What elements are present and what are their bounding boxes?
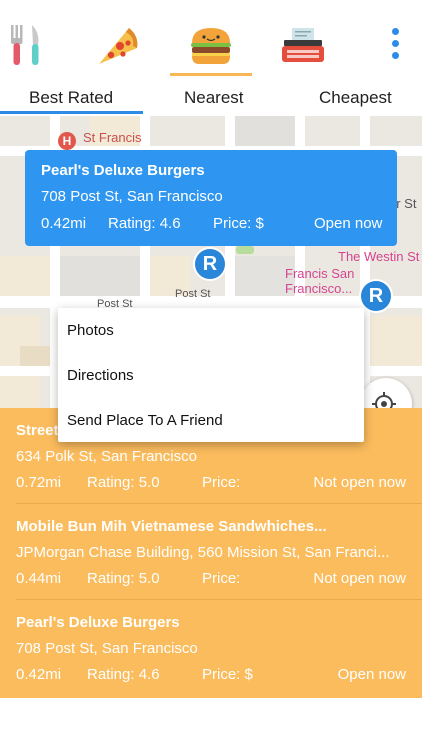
list-item-price: Price: bbox=[202, 474, 241, 491]
map-label-westin-1: The Westin St bbox=[338, 249, 420, 264]
list-item-rating: Rating: 4.6 bbox=[87, 666, 160, 683]
tab-nearest[interactable]: Nearest bbox=[184, 88, 244, 108]
category-typewriter[interactable] bbox=[273, 16, 333, 76]
more-options-icon[interactable] bbox=[389, 28, 401, 62]
list-item[interactable]: Pearl's Deluxe Burgers 708 Post St, San … bbox=[0, 600, 422, 696]
locate-me-button[interactable] bbox=[360, 378, 412, 408]
list-item-address: 634 Polk St, San Francisco bbox=[16, 448, 197, 465]
map-label-post-st: Post St bbox=[175, 288, 211, 300]
fork-knife-icon bbox=[11, 25, 39, 65]
menu-item-photos[interactable]: Photos bbox=[67, 322, 114, 339]
list-item-address: 708 Post St, San Francisco bbox=[16, 640, 198, 657]
place-price: Price: $ bbox=[213, 215, 264, 232]
category-restaurant[interactable] bbox=[0, 16, 56, 76]
crosshair-icon bbox=[372, 392, 396, 408]
map-label-westin-2: Francis San Francisco... bbox=[285, 266, 355, 296]
place-list: Street 634 Polk St, San Francisco 0.72mi… bbox=[0, 408, 422, 698]
map-label-st-francis: St Francis bbox=[83, 130, 142, 145]
place-rating: Rating: 4.6 bbox=[108, 215, 181, 232]
tab-cheapest[interactable]: Cheapest bbox=[319, 88, 392, 108]
list-item-open-status: Open now bbox=[337, 666, 406, 683]
place-name: Pearl's Deluxe Burgers bbox=[41, 162, 205, 179]
list-item-rating: Rating: 5.0 bbox=[87, 570, 160, 587]
category-burger[interactable] bbox=[181, 16, 241, 76]
category-pizza[interactable] bbox=[88, 16, 148, 76]
list-item-rating: Rating: 5.0 bbox=[87, 474, 160, 491]
hospital-icon: H bbox=[58, 132, 76, 150]
place-distance: 0.42mi bbox=[41, 215, 87, 232]
list-item-price: Price: $ bbox=[202, 666, 253, 683]
list-item-address: JPMorgan Chase Building, 560 Mission St,… bbox=[16, 544, 390, 561]
context-menu: Photos Directions Send Place To A Friend bbox=[58, 308, 364, 442]
list-item[interactable]: Mobile Bun Mih Vietnamese Sandwhiches...… bbox=[0, 504, 422, 600]
menu-item-send-to-friend[interactable]: Send Place To A Friend bbox=[67, 412, 223, 429]
list-item-open-status: Not open now bbox=[313, 474, 406, 491]
place-address: 708 Post St, San Francisco bbox=[41, 188, 223, 205]
restaurant-map-pin[interactable]: R bbox=[193, 247, 227, 281]
category-bar bbox=[0, 0, 422, 80]
selected-place-card[interactable]: Pearl's Deluxe Burgers 708 Post St, San … bbox=[25, 150, 397, 246]
selected-category-indicator bbox=[170, 73, 252, 76]
menu-item-directions[interactable]: Directions bbox=[67, 367, 134, 384]
list-item-name: Street bbox=[16, 422, 59, 439]
bottom-blank-area bbox=[0, 698, 422, 750]
list-item-distance: 0.44mi bbox=[16, 570, 62, 587]
list-item-distance: 0.72mi bbox=[16, 474, 62, 491]
selected-tab-indicator bbox=[0, 111, 143, 114]
burger-icon bbox=[191, 28, 231, 64]
pizza-icon bbox=[99, 28, 138, 64]
tab-best-rated[interactable]: Best Rated bbox=[29, 88, 113, 108]
restaurant-map-pin[interactable]: R bbox=[359, 279, 393, 313]
list-item-open-status: Not open now bbox=[313, 570, 406, 587]
list-item-name: Mobile Bun Mih Vietnamese Sandwhiches... bbox=[16, 518, 327, 535]
list-item-name: Pearl's Deluxe Burgers bbox=[16, 614, 180, 631]
typewriter-icon bbox=[282, 28, 324, 62]
list-item-price: Price: bbox=[202, 570, 241, 587]
place-open-status: Open now bbox=[314, 215, 383, 232]
list-item-distance: 0.42mi bbox=[16, 666, 62, 683]
